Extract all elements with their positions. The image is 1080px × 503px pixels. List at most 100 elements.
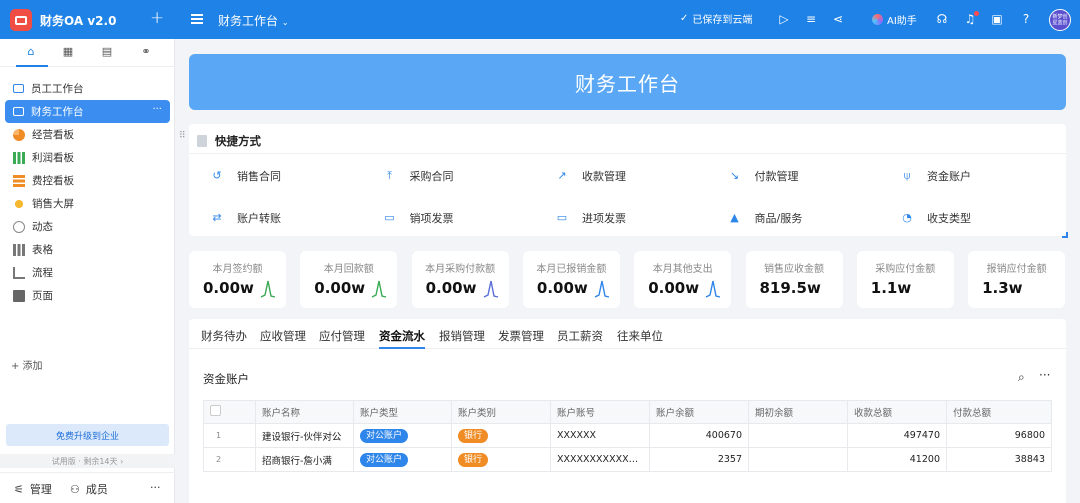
menu-icon[interactable] <box>191 14 203 24</box>
sidebar-item-label: 页面 <box>32 290 53 302</box>
home-icon[interactable]: ⌂ <box>22 45 40 61</box>
trend-up-icon: ↗ <box>557 169 567 182</box>
drag-handle-icon[interactable]: ⠿ <box>179 131 186 141</box>
wallet-icon: ⍦ <box>903 169 911 182</box>
opening-balance-cell <box>748 447 848 472</box>
table-row[interactable]: 1 建设银行-伙伴对公 对公账户 银行 XXXXXX 400670 497470 96800 <box>203 423 1052 448</box>
help-icon[interactable]: ? <box>1017 10 1035 28</box>
manage-button[interactable]: ⚟ 管理 <box>14 481 52 497</box>
check-icon: ✓ <box>680 13 689 24</box>
sparkline-path <box>705 280 721 298</box>
column-header[interactable]: 收款总额 <box>847 400 947 424</box>
play-icon[interactable]: ▷ <box>775 10 793 28</box>
account-category-badge: 银行 <box>458 428 489 443</box>
table-row[interactable]: 2 招商银行-詹小满 对公账户 银行 XXXXXXXXXXXXX... 2357 41200… <box>203 447 1052 472</box>
resize-handle-icon[interactable] <box>1062 232 1068 238</box>
more-icon[interactable]: ··· <box>1039 368 1050 382</box>
more-icon[interactable]: ··· <box>152 104 162 115</box>
pie-chart-icon <box>13 128 25 141</box>
tab[interactable]: 应付管理 <box>319 328 365 344</box>
kpi-card[interactable]: 本月签约额 0.00w <box>189 251 286 308</box>
tab[interactable]: 往来单位 <box>617 328 663 344</box>
quick-action-label: 采购合同 <box>409 170 454 183</box>
brand[interactable]: 财务OA v2.0 <box>10 9 116 31</box>
sidebar-item[interactable]: 动态 <box>5 215 170 238</box>
quick-action-item[interactable]: ↗ 收款管理 <box>556 168 626 184</box>
add-app-button[interactable]: + <box>150 8 164 28</box>
settings-sliders-icon[interactable]: ≡ <box>802 10 820 28</box>
sidebar-item[interactable]: 费控看板 <box>5 169 170 192</box>
sidebar-item[interactable]: 财务工作台 ··· <box>5 100 170 123</box>
kpi-sparkline <box>260 280 276 298</box>
save-status[interactable]: ✓ 已保存到云端 <box>680 11 752 26</box>
quick-action-item[interactable]: ▲ 商品/服务 <box>729 210 803 226</box>
document-icon[interactable]: ▤ <box>98 45 116 61</box>
sidebar-item-label: 利润看板 <box>32 152 74 164</box>
main-content: 财务工作台 ⠿ 快捷方式 ↺ 销售合同 ⤒ 采购合同 ↗ 收款管理 ↘ 付款管理 ⍦ 资金账户 ⇄ 账… <box>175 39 1080 503</box>
flow-icon[interactable]: ⚭ <box>137 45 155 61</box>
page-title-dropdown[interactable]: 财务工作台 ⌄ <box>218 12 289 29</box>
column-header[interactable]: 账户类型 <box>353 400 452 424</box>
kpi-card[interactable]: 本月已报销金额 0.00w <box>522 251 620 308</box>
tab[interactable]: 资金流水 <box>379 328 425 344</box>
quick-action-item[interactable]: ⇄ 账户转账 <box>211 210 281 226</box>
sidebar-item[interactable]: 流程 <box>5 261 170 284</box>
column-header[interactable]: 付款总额 <box>946 400 1052 424</box>
account-type-badge: 对公账户 <box>360 428 409 443</box>
column-header[interactable]: 账户账号 <box>550 400 650 424</box>
quick-action-label: 资金账户 <box>927 170 971 183</box>
search-icon[interactable]: ⌕ <box>1018 370 1025 385</box>
sidebar-item[interactable]: 页面 <box>5 284 170 307</box>
grid-icon <box>13 243 25 256</box>
kpi-card[interactable]: 销售应收金额 819.5w <box>745 251 843 308</box>
select-all-checkbox[interactable] <box>203 400 256 424</box>
sidebar-item[interactable]: 员工工作台 <box>5 77 170 100</box>
tab[interactable]: 财务待办 <box>201 328 247 344</box>
tab[interactable]: 应收管理 <box>260 328 306 344</box>
sidebar-item[interactable]: 经营看板 <box>5 123 170 146</box>
column-header[interactable]: 账户名称 <box>255 400 354 424</box>
trial-notice[interactable]: 试用版 · 剩余14天 › <box>0 454 175 468</box>
briefcase-icon[interactable]: ▣ <box>988 10 1006 28</box>
headset-icon[interactable]: ☊ <box>933 10 951 28</box>
account-type-badge-cell: 对公账户 <box>353 423 452 448</box>
tab[interactable]: 发票管理 <box>498 328 544 344</box>
paid-total-cell: 96800 <box>946 423 1052 448</box>
column-header[interactable]: 期初余额 <box>748 400 848 424</box>
kpi-card[interactable]: 本月回款额 0.00w <box>300 251 398 308</box>
quick-action-item[interactable]: ▭ 进项发票 <box>556 210 626 226</box>
ai-assistant-button[interactable]: AI助手 <box>872 12 917 27</box>
quick-action-item[interactable]: ◔ 收支类型 <box>901 210 971 226</box>
bars-icon <box>13 174 25 187</box>
sidebar-item[interactable]: 表格 <box>5 238 170 261</box>
opening-balance-cell <box>748 423 848 448</box>
column-header[interactable]: 账户余额 <box>649 400 749 424</box>
sidebar-item[interactable]: 销售大屏 <box>5 192 170 215</box>
kpi-card[interactable]: 报销应付金额 1.3w <box>968 251 1066 308</box>
sidebar-item[interactable]: 利润看板 <box>5 146 170 169</box>
kpi-value: 1.1w <box>870 279 912 297</box>
quick-action-item[interactable]: ⤒ 采购合同 <box>384 168 454 184</box>
accounts-table: 账户名称 账户类型 账户类别 账户账号 账户余额 期初余额 收款总额 付款总额 1 建设银行-伙… <box>203 400 1052 472</box>
members-button[interactable]: ⚇ 成员 <box>70 481 108 497</box>
kpi-card[interactable]: 本月其他支出 0.00w <box>634 251 732 308</box>
kpi-label: 本月回款额 <box>323 264 374 275</box>
tab[interactable]: 员工薪资 <box>557 328 603 344</box>
avatar[interactable]: 新梦创 星蓝创 <box>1049 9 1071 31</box>
balance-cell: 2357 <box>649 447 749 472</box>
kpi-card[interactable]: 本月采购付款额 0.00w <box>411 251 509 308</box>
quick-action-item[interactable]: ↺ 销售合同 <box>211 168 281 184</box>
quick-action-item[interactable]: ▭ 销项发票 <box>384 210 453 226</box>
quick-action-item[interactable]: ⍦ 资金账户 <box>901 168 971 184</box>
column-header[interactable]: 账户类别 <box>451 400 551 424</box>
tab[interactable]: 报销管理 <box>439 328 485 344</box>
add-page-button[interactable]: + 添加 <box>11 357 43 372</box>
quick-action-item[interactable]: ↘ 付款管理 <box>729 168 799 184</box>
more-icon[interactable]: ··· <box>150 481 161 494</box>
kpi-card[interactable]: 采购应付金额 1.1w <box>856 251 954 308</box>
sparkline-path <box>594 280 610 298</box>
quick-action-label: 商品/服务 <box>754 212 803 225</box>
table-icon[interactable]: ▦ <box>59 45 77 61</box>
share-icon[interactable]: ⋖ <box>829 10 847 28</box>
upgrade-button[interactable]: 免费升级到企业 <box>6 424 169 446</box>
